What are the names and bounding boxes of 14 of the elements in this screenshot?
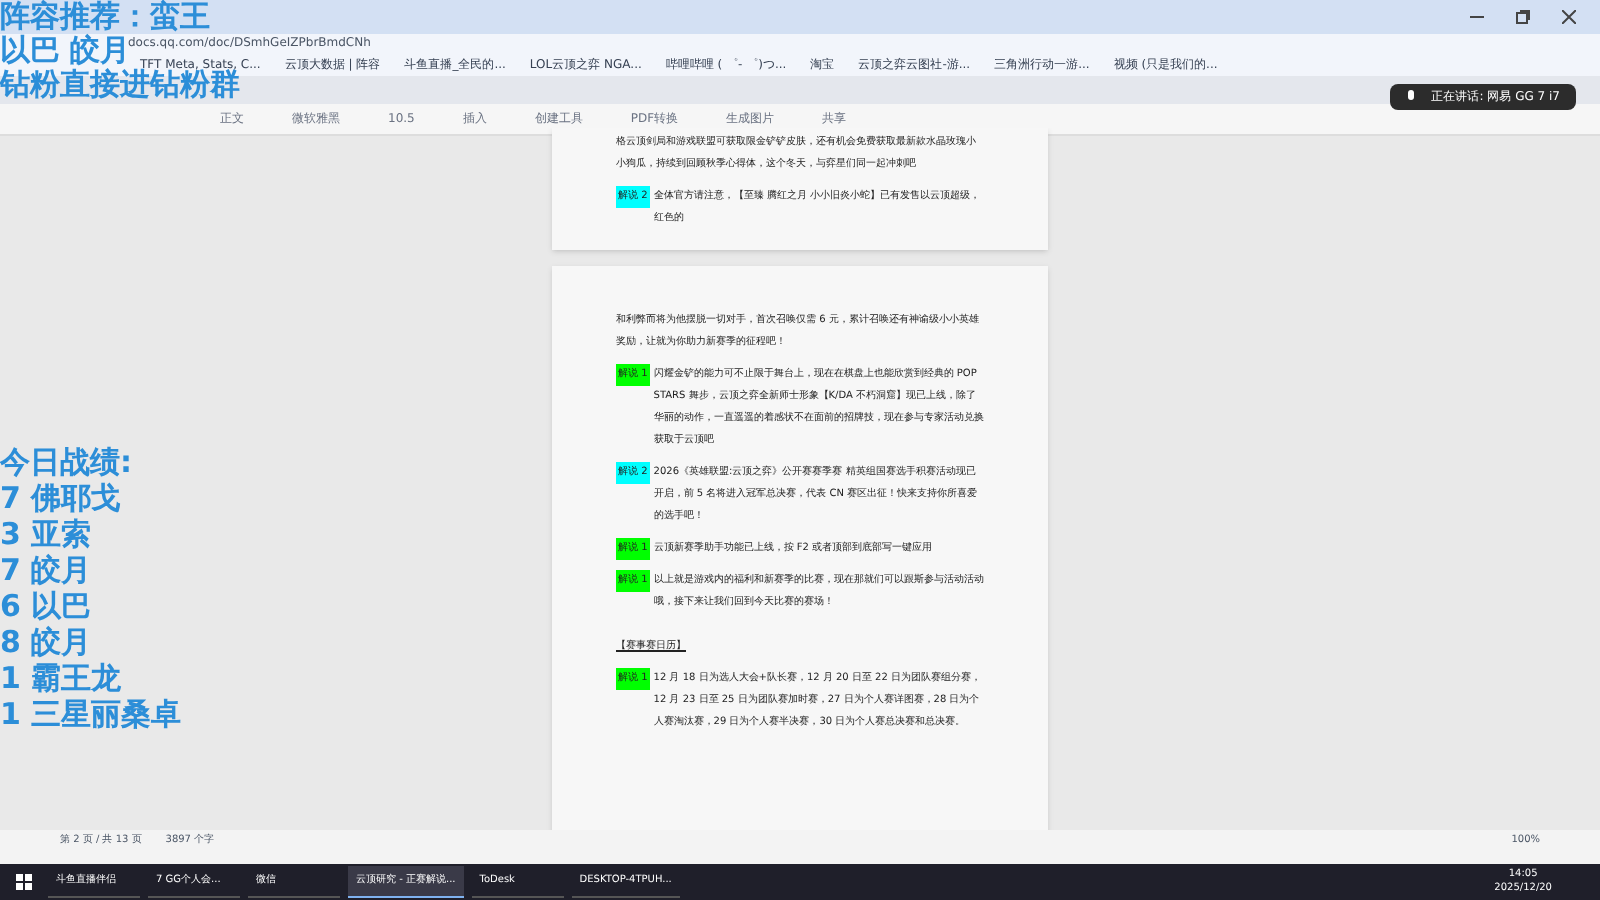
match-record: 8 皎月: [0, 624, 92, 660]
match-record: 6 以巴: [0, 588, 92, 624]
overlay-text: 以巴 皎月: [0, 34, 131, 68]
match-record: 3 亚索: [0, 516, 92, 552]
overlay-text: 阵容推荐：蛮王: [0, 0, 210, 34]
match-record: 7 皎月: [0, 552, 92, 588]
restore-icon[interactable]: [1516, 10, 1530, 24]
match-record: 1 霸王龙: [0, 660, 122, 696]
match-record: 1 三星丽桑卓: [0, 696, 182, 732]
match-record: 7 佛耶戈: [0, 480, 122, 516]
close-icon[interactable]: [1562, 10, 1576, 24]
windows-start-icon[interactable]: [16, 874, 32, 890]
microphone-icon: [1405, 90, 1416, 104]
overlay-title: 今日战绩:: [0, 444, 132, 480]
